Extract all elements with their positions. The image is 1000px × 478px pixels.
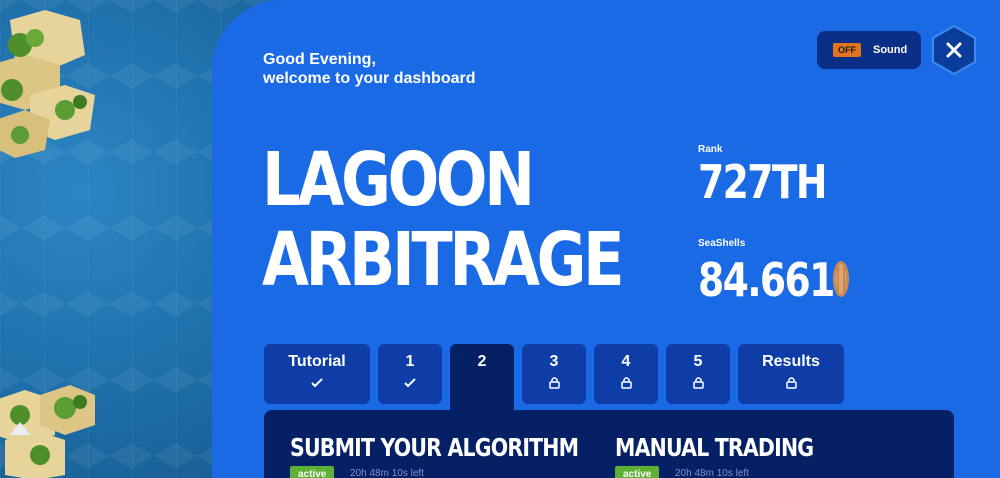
check-icon	[404, 377, 416, 389]
rank-value: 727TH	[698, 155, 827, 209]
island-bottom-left	[0, 385, 95, 478]
tab-results[interactable]: Results	[738, 344, 844, 404]
greeting: Good Evening, welcome to your dashboard	[263, 50, 475, 88]
tab-label: Tutorial	[288, 353, 346, 370]
close-icon	[932, 24, 976, 76]
lock-icon	[692, 377, 704, 389]
status-badge: active	[615, 466, 660, 478]
status-badge: active	[290, 466, 335, 478]
island-top-left	[0, 10, 95, 158]
title-line-1: LAGOON	[262, 137, 535, 223]
seashells-value: 84.661	[698, 253, 835, 307]
tab-round-3[interactable]: 3	[522, 344, 586, 404]
tab-label: 2	[477, 353, 487, 370]
tab-label: 1	[405, 353, 415, 370]
tab-round-2[interactable]: 2	[450, 344, 514, 414]
tab-label: Results	[762, 353, 820, 370]
dashboard-panel: Good Evening, welcome to your dashboard …	[212, 0, 1000, 478]
sound-toggle-button[interactable]: OFF Sound	[817, 31, 921, 69]
tab-round-4[interactable]: 4	[594, 344, 658, 404]
greeting-line-2: welcome to your dashboard	[263, 70, 476, 87]
sound-state-badge: OFF	[833, 43, 861, 57]
tab-round-5[interactable]: 5	[666, 344, 730, 404]
lock-icon	[620, 377, 632, 389]
tab-tutorial[interactable]: Tutorial	[264, 344, 370, 404]
page-title: LAGOON ARBITRAGE	[262, 137, 625, 303]
title-line-2: ARBITRAGE	[262, 217, 625, 303]
round-content-panel: SUBMIT YOUR ALGORITHM active 20h 48m 10s…	[264, 410, 954, 478]
tab-round-1[interactable]: 1	[378, 344, 442, 404]
greeting-line-1: Good Evening,	[263, 51, 376, 68]
tab-label: 3	[549, 353, 559, 370]
round-tabs: Tutorial 1 2 3 4 5 Results	[264, 344, 844, 414]
sound-label: Sound	[873, 44, 908, 56]
tab-label: 5	[693, 353, 703, 370]
seashell-icon	[833, 261, 849, 297]
check-icon	[311, 377, 323, 389]
time-left: 20h 48m 10s left	[675, 468, 749, 478]
time-left: 20h 48m 10s left	[350, 468, 424, 478]
algorithm-section-title: SUBMIT YOUR ALGORITHM	[290, 433, 579, 462]
lock-icon	[548, 377, 560, 389]
seashells-label: SeaShells	[698, 238, 746, 249]
close-button[interactable]	[930, 24, 978, 76]
lock-icon	[785, 377, 797, 389]
rank-label: Rank	[698, 144, 723, 155]
manual-trading-section-title: MANUAL TRADING	[615, 433, 814, 462]
tab-label: 4	[621, 353, 631, 370]
